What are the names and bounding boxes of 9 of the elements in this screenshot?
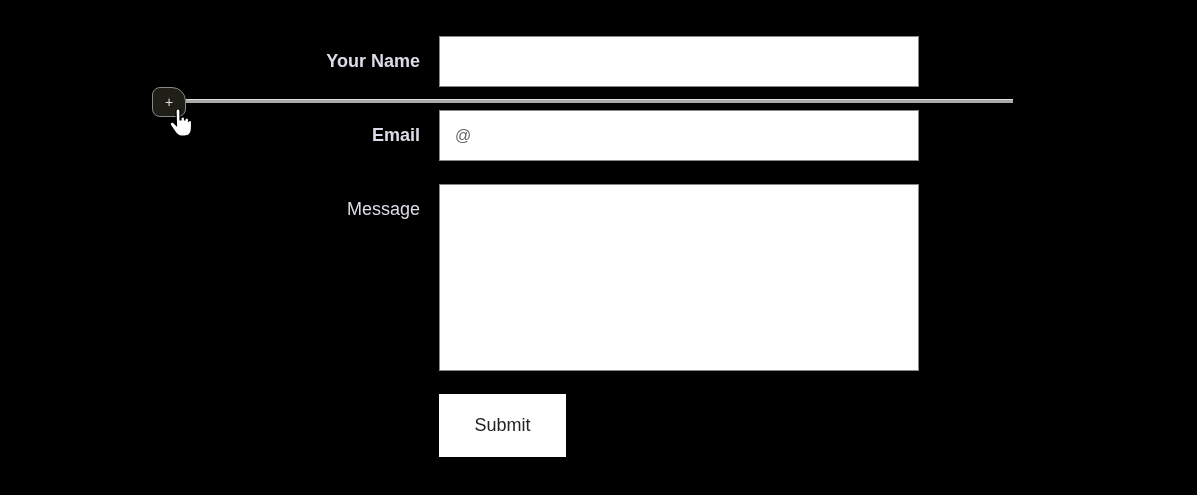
submit-button[interactable]: Submit [439,394,566,457]
hand-cursor-icon [170,109,192,137]
field-label: Your Name [326,50,420,72]
add-button[interactable]: + [152,87,186,117]
message-field[interactable] [439,184,919,371]
field-label: Email [371,124,420,146]
input-field[interactable]: @ [439,110,919,161]
input-field[interactable] [439,36,919,87]
field-label: Message [346,198,420,220]
